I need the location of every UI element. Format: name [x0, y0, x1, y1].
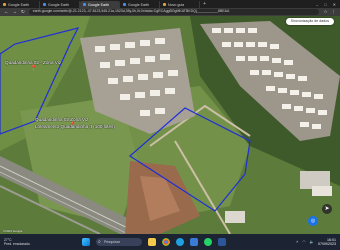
- tab-label: Google Earth: [88, 2, 110, 7]
- taskbar-clock[interactable]: 16:01 07/09/2023: [318, 238, 336, 246]
- tab-favicon-icon: [83, 3, 86, 6]
- placemark-label[interactable]: Quadandinha 02 - Zona Viz: [5, 60, 61, 65]
- window-controls: – □ ✕: [316, 1, 340, 8]
- tab-favicon-icon: [3, 3, 6, 6]
- my-location-icon[interactable]: ◎: [308, 216, 318, 226]
- tab-label: Google Earth: [128, 2, 150, 7]
- store-icon[interactable]: [190, 238, 198, 246]
- file-explorer-icon[interactable]: [148, 238, 156, 246]
- windows-start-icon[interactable]: [82, 238, 90, 246]
- star-icon[interactable]: ☆: [323, 8, 327, 16]
- windows-taskbar: 27°C Pred. ensolarado Pesquisar ˄ ◠ 🔈 16…: [0, 234, 340, 250]
- taskbar-apps: Pesquisar: [82, 238, 226, 246]
- placemark-pin-icon[interactable]: 📍: [30, 66, 37, 72]
- browser-tab[interactable]: Google Earth: [0, 1, 40, 8]
- back-arrow-icon[interactable]: ←: [4, 8, 9, 16]
- tab-favicon-icon: [123, 3, 126, 6]
- sync-data-button[interactable]: Sincronização de dados: [285, 18, 334, 25]
- browser-tab-active[interactable]: Google Earth: [80, 1, 120, 8]
- wifi-icon[interactable]: ◠: [302, 240, 305, 244]
- system-tray: ˄ ◠ 🔈 16:01 07/09/2023: [296, 238, 336, 246]
- whatsapp-icon[interactable]: [204, 238, 212, 246]
- volume-icon[interactable]: 🔈: [310, 240, 314, 244]
- chrome-icon[interactable]: [162, 238, 170, 246]
- weather-widget[interactable]: 27°C Pred. ensolarado: [4, 238, 48, 246]
- forward-arrow-icon[interactable]: →: [13, 8, 18, 16]
- browser-tab-bar: Google Earth Google Earth Google Earth G…: [0, 0, 340, 8]
- new-tab-plus-icon[interactable]: +: [200, 1, 209, 8]
- minimize-icon[interactable]: –: [316, 1, 318, 8]
- edge-icon[interactable]: [176, 238, 184, 246]
- word-icon[interactable]: [218, 238, 226, 246]
- satellite-map-view[interactable]: 📍 Quadandinha 02 - Zona Viz 📍 Quadandinh…: [0, 16, 340, 234]
- map-attribution: ©2023 Google: [3, 229, 23, 233]
- taskbar-search-input[interactable]: Pesquisar: [96, 238, 142, 246]
- menu-dots-icon[interactable]: ⋮: [332, 8, 337, 16]
- placemark-label[interactable]: Loteamento Quadandinha II (100 lotes): [35, 124, 115, 129]
- tab-favicon-icon: [43, 3, 46, 6]
- clock-date: 07/09/2023: [318, 242, 336, 246]
- tab-favicon-icon: [163, 3, 166, 6]
- url-field[interactable]: earth.google.com/web/@-21.2123,-47.8123,…: [28, 9, 320, 15]
- browser-tab[interactable]: Novo guia: [160, 1, 200, 8]
- browser-tab[interactable]: Google Earth: [120, 1, 160, 8]
- compass-icon[interactable]: ➤: [322, 204, 332, 214]
- tab-label: Google Earth: [8, 2, 30, 7]
- chevron-up-icon[interactable]: ˄: [296, 240, 298, 244]
- browser-address-bar: ← → ↻ earth.google.com/web/@-21.2123,-47…: [0, 8, 340, 16]
- tab-label: Google Earth: [48, 2, 70, 7]
- browser-tab[interactable]: Google Earth: [40, 1, 80, 8]
- maximize-icon[interactable]: □: [324, 1, 326, 8]
- placemark-label[interactable]: Quadandinha 02 Zona Viz: [35, 117, 88, 122]
- tab-label: Novo guia: [168, 2, 185, 7]
- close-icon[interactable]: ✕: [333, 1, 336, 8]
- weather-desc: Pred. ensolarado: [4, 242, 30, 246]
- reload-icon[interactable]: ↻: [21, 8, 25, 16]
